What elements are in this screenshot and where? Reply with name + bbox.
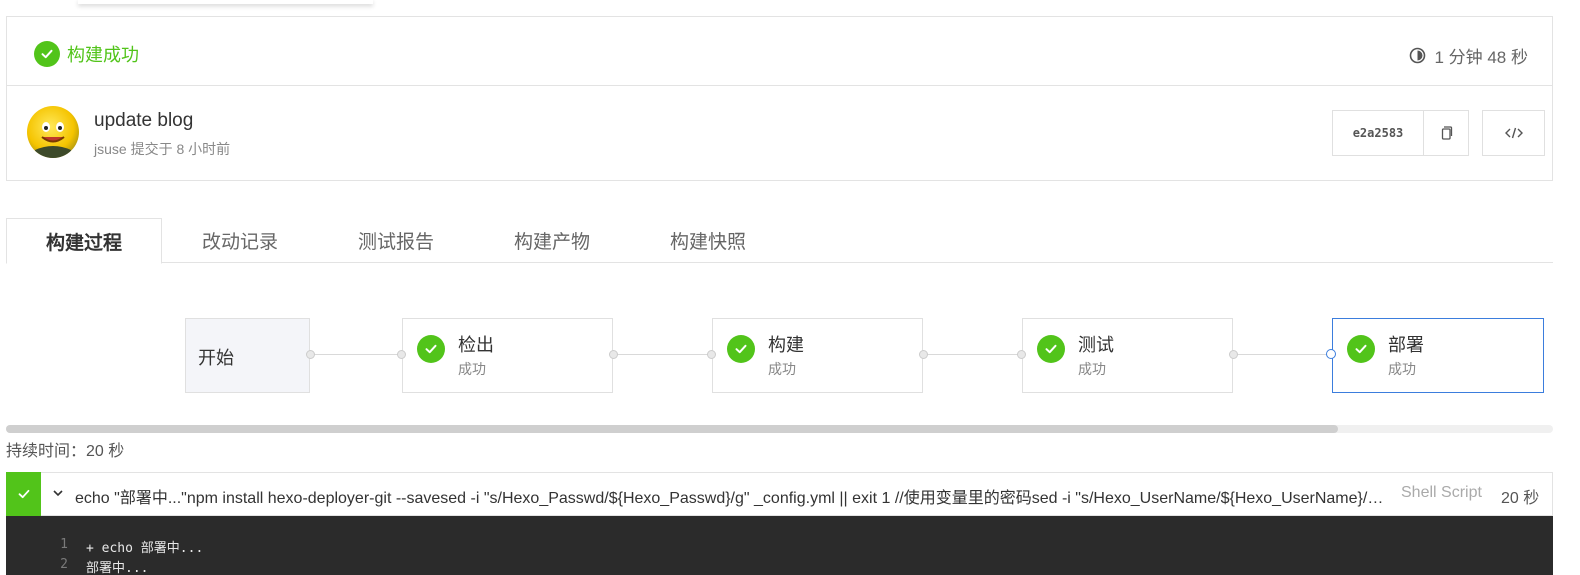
stage-name: 部署: [1388, 335, 1424, 355]
commit-card: update blog jsuse 提交于 8 小时前 e2a2583: [6, 86, 1553, 181]
stage-status: 成功: [1078, 361, 1106, 377]
clock-icon: [1410, 47, 1426, 64]
check-circle-icon: [34, 41, 60, 67]
copy-icon: [1441, 126, 1453, 140]
pipeline-connector: [310, 354, 402, 355]
tab-artifacts[interactable]: 构建产物: [474, 218, 630, 263]
log-line-text: + echo 部署中...: [86, 541, 204, 556]
stage-test[interactable]: 测试 成功: [1022, 318, 1233, 393]
build-status-label: 构建成功: [67, 45, 139, 65]
pipeline-connector: [923, 354, 1022, 355]
stage-deploy[interactable]: 部署 成功: [1332, 318, 1544, 393]
build-status-card: 构建成功 1 分钟 48 秒: [6, 16, 1553, 86]
stage-name: 测试: [1078, 335, 1114, 355]
stage-start[interactable]: 开始: [185, 318, 310, 393]
connector-dot: [1017, 350, 1026, 359]
connector-dot: [397, 350, 406, 359]
log-line: 1 + echo 部署中...: [6, 537, 203, 557]
stage-checkout[interactable]: 检出 成功: [402, 318, 613, 393]
log-line-number: 2: [60, 557, 68, 572]
connector-dot: [1229, 350, 1238, 359]
stage-status: 成功: [768, 361, 796, 377]
log-line-text: 部署中...: [86, 561, 149, 575]
check-circle-icon: [1347, 335, 1375, 363]
stage-duration: 持续时间：20 秒: [6, 443, 125, 460]
check-circle-icon: [417, 335, 445, 363]
tab-snapshot[interactable]: 构建快照: [630, 218, 786, 263]
tab-change-log[interactable]: 改动记录: [162, 218, 318, 263]
pipeline-graph: 开始 检出 成功 构建 成功 测试 成功 部署 成功: [0, 300, 1580, 410]
step-row[interactable]: echo "部署中..."npm install hexo-deployer-g…: [6, 472, 1553, 516]
build-duration: 1 分钟 48 秒: [1409, 43, 1528, 68]
commit-hash-box: e2a2583: [1332, 110, 1469, 156]
build-status: 构建成功: [34, 41, 139, 67]
commit-hash[interactable]: e2a2583: [1333, 111, 1424, 155]
horizontal-scrollbar[interactable]: [6, 425, 1553, 433]
stage-start-label: 开始: [198, 348, 234, 368]
stage-status: 成功: [1388, 361, 1416, 377]
pipeline-connector: [613, 354, 712, 355]
dropdown-shadow: [78, 0, 373, 4]
tab-bar: 构建过程 改动记录 测试报告 构建产物 构建快照: [6, 218, 1553, 264]
stage-status: 成功: [458, 361, 486, 377]
avatar: [27, 106, 79, 158]
connector-dot: [707, 350, 716, 359]
log-output: 1 + echo 部署中... 2 部署中...: [6, 516, 1553, 575]
step-time: 20 秒: [1501, 490, 1540, 507]
tab-test-report[interactable]: 测试报告: [318, 218, 474, 263]
connector-dot: [919, 350, 928, 359]
commit-message: update blog: [94, 110, 194, 131]
stage-name: 检出: [458, 335, 494, 355]
code-icon: [1504, 127, 1523, 139]
build-duration-text: 1 分钟 48 秒: [1434, 48, 1528, 67]
tab-build-process[interactable]: 构建过程: [6, 218, 162, 264]
commit-meta: jsuse 提交于 8 小时前: [94, 141, 231, 157]
log-line-number: 1: [60, 537, 68, 552]
scrollbar-thumb[interactable]: [6, 425, 1338, 433]
connector-dot: [306, 350, 315, 359]
copy-hash-button[interactable]: [1424, 111, 1468, 155]
step-command: echo "部署中..."npm install hexo-deployer-g…: [75, 490, 1385, 507]
view-code-button[interactable]: [1482, 110, 1545, 156]
check-circle-icon: [1037, 335, 1065, 363]
stage-name: 构建: [768, 335, 804, 355]
smiley-avatar-icon: [35, 122, 71, 158]
connector-dot: [609, 350, 618, 359]
stage-build[interactable]: 构建 成功: [712, 318, 923, 393]
step-success-icon: [6, 472, 41, 516]
check-circle-icon: [727, 335, 755, 363]
connector-dot: [1326, 349, 1336, 359]
pipeline-connector: [1233, 354, 1332, 355]
chevron-down-icon[interactable]: [52, 487, 64, 499]
log-line: 2 部署中...: [6, 557, 148, 575]
step-type: Shell Script: [1401, 484, 1482, 501]
